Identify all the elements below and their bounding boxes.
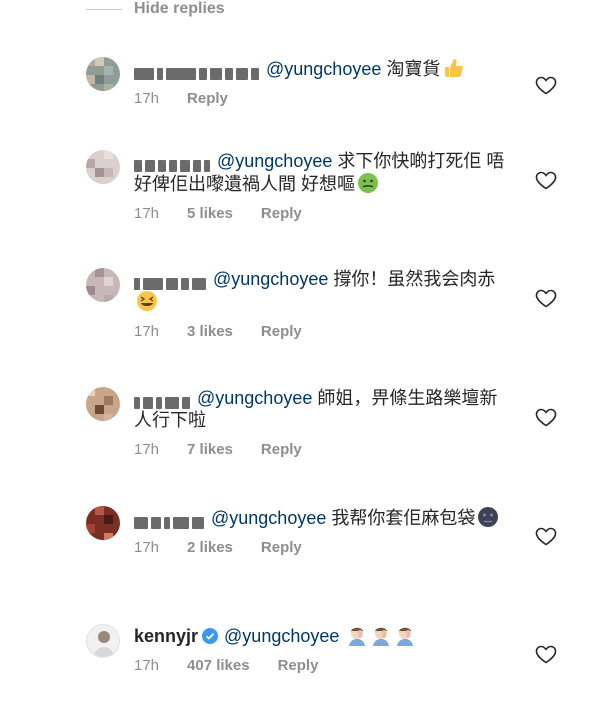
comment-time: 17h: [134, 539, 160, 556]
reply-button[interactable]: Reply: [261, 323, 302, 340]
redacted-username: [134, 512, 207, 530]
heart-icon[interactable]: [534, 168, 558, 192]
redacted-username: [134, 392, 193, 410]
heart-icon[interactable]: [534, 286, 558, 310]
comment-time: 17h: [134, 323, 160, 340]
comment-time: 17h: [134, 441, 160, 458]
mention-link[interactable]: @yungchoyee: [266, 59, 381, 79]
man-facepalming-icon: [397, 627, 414, 646]
comment-body: 我帮你套佢麻包袋: [331, 508, 476, 528]
comment-text: kennyjr @yungchoyee: [134, 624, 510, 647]
comment-text: @yungchoyee 撐你！虽然我会肉赤: [134, 268, 510, 313]
mention-link[interactable]: @yungchoyee: [211, 508, 326, 528]
nauseated-face-icon: [358, 173, 378, 193]
likes-count[interactable]: 3 likes: [187, 323, 233, 340]
redacted-username: [134, 63, 262, 81]
man-facepalming-icon: [373, 627, 390, 646]
likes-count[interactable]: 5 likes: [187, 205, 233, 222]
likes-count[interactable]: 2 likes: [187, 539, 233, 556]
grinning-squint-face-icon: [137, 291, 157, 311]
comment-time: 17h: [134, 90, 160, 107]
avatar[interactable]: [86, 506, 120, 540]
heart-icon[interactable]: [534, 405, 558, 429]
mention-link[interactable]: @yungchoyee: [197, 388, 312, 408]
heart-icon[interactable]: [534, 642, 558, 666]
reply-button[interactable]: Reply: [187, 90, 228, 107]
man-facepalming-icon: [349, 627, 366, 646]
reply-button[interactable]: Reply: [261, 205, 302, 222]
comment-time: 17h: [134, 657, 160, 674]
thumbs-up-icon: [445, 59, 464, 77]
mention-link[interactable]: @yungchoyee: [213, 269, 328, 289]
avatar[interactable]: [86, 624, 120, 658]
reply-button[interactable]: Reply: [278, 657, 319, 674]
person-photo-icon: [93, 631, 115, 657]
redacted-username: [134, 273, 209, 291]
avatar[interactable]: [86, 57, 120, 91]
verified-badge-icon: [202, 628, 219, 644]
hide-replies-line: [86, 8, 122, 10]
heart-icon[interactable]: [534, 524, 558, 548]
comment-text: @yungchoyee 淘寶貨: [134, 57, 510, 81]
reply-button[interactable]: Reply: [261, 441, 302, 458]
comment-text: @yungchoyee 求下你快啲打死佢 唔好俾佢出嚟遺禍人間 好想嘔: [134, 150, 510, 195]
comment-body: 撐你！虽然我会肉赤: [333, 269, 496, 289]
comment-body: 淘寶貨: [386, 59, 441, 79]
mention-link[interactable]: @yungchoyee: [224, 626, 339, 646]
hide-replies-label: Hide replies: [134, 0, 225, 17]
hide-replies-toggle[interactable]: Hide replies: [86, 0, 225, 18]
mention-link[interactable]: @yungchoyee: [217, 151, 332, 171]
username-link[interactable]: kennyjr: [134, 626, 198, 646]
comment-text: @yungchoyee 師姐，畀條生路樂壇新人行下啦: [134, 387, 510, 431]
avatar[interactable]: [86, 387, 120, 421]
likes-count[interactable]: 407 likes: [187, 657, 250, 674]
avatar[interactable]: [86, 268, 120, 302]
comment-text: @yungchoyee 我帮你套佢麻包袋: [134, 506, 510, 530]
heart-icon[interactable]: [534, 73, 558, 97]
reply-button[interactable]: Reply: [261, 539, 302, 556]
comment-time: 17h: [134, 205, 160, 222]
redacted-username: [134, 155, 213, 173]
avatar[interactable]: [86, 150, 120, 184]
likes-count[interactable]: 7 likes: [187, 441, 233, 458]
new-moon-face-icon: [478, 507, 499, 527]
